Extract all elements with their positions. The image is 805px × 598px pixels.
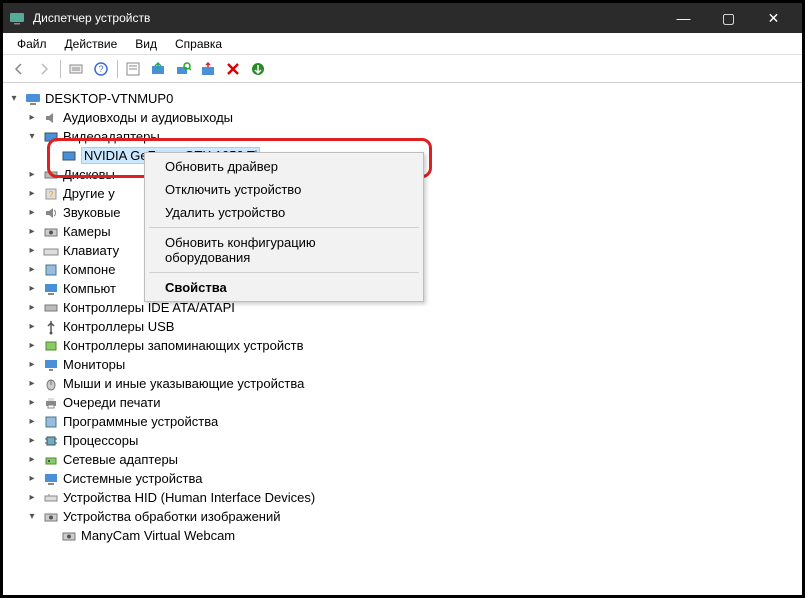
tree-item-sysdev[interactable]: Системные устройства <box>7 469 798 488</box>
chevron-down-icon[interactable] <box>25 510 39 524</box>
disable-button[interactable] <box>196 57 220 81</box>
chevron-right-icon[interactable] <box>25 358 39 372</box>
chevron-right-icon[interactable] <box>25 491 39 505</box>
tree-item-video[interactable]: Видеоадаптеры <box>7 127 798 146</box>
window-title: Диспетчер устройств <box>33 11 661 25</box>
speaker-icon <box>43 110 59 126</box>
ctx-separator <box>149 272 419 273</box>
device-tree[interactable]: DESKTOP-VTNMUP0 Аудиовходы и аудиовыходы… <box>3 83 802 595</box>
minimize-button[interactable]: — <box>661 3 706 33</box>
app-icon <box>9 10 25 26</box>
chevron-right-icon[interactable] <box>25 206 39 220</box>
ctx-separator <box>149 227 419 228</box>
usb-icon <box>43 319 59 335</box>
toolbar: ? <box>3 55 802 83</box>
chevron-right-icon[interactable] <box>25 282 39 296</box>
properties-button[interactable] <box>121 57 145 81</box>
menu-help[interactable]: Справка <box>167 35 230 52</box>
chevron-right-icon[interactable] <box>25 415 39 429</box>
maximize-button[interactable]: ▢ <box>706 3 751 33</box>
update-driver-icon[interactable] <box>146 57 170 81</box>
hid-icon <box>43 490 59 506</box>
tree-item-cpu[interactable]: Процессоры <box>7 431 798 450</box>
context-menu: Обновить драйвер Отключить устройство Уд… <box>144 152 424 302</box>
chevron-right-icon[interactable] <box>25 301 39 315</box>
chevron-right-icon[interactable] <box>25 111 39 125</box>
ctx-refresh-config[interactable]: Обновить конфигурацию оборудования <box>147 231 421 269</box>
chevron-right-icon[interactable] <box>25 339 39 353</box>
ctx-disable-device[interactable]: Отключить устройство <box>147 178 421 201</box>
menu-file[interactable]: Файл <box>9 35 55 52</box>
back-button[interactable] <box>7 57 31 81</box>
cpu-icon <box>43 433 59 449</box>
network-icon <box>43 452 59 468</box>
chevron-right-icon[interactable] <box>25 434 39 448</box>
software-device-icon <box>43 414 59 430</box>
unknown-device-icon: ? <box>43 186 59 202</box>
tree-item-usb[interactable]: Контроллеры USB <box>7 317 798 336</box>
keyboard-icon <box>43 243 59 259</box>
tree-item-hid[interactable]: Устройства HID (Human Interface Devices) <box>7 488 798 507</box>
chevron-right-icon[interactable] <box>25 263 39 277</box>
svg-text:?: ? <box>49 190 54 199</box>
tree-item-printq[interactable]: Очереди печати <box>7 393 798 412</box>
printer-icon <box>43 395 59 411</box>
chevron-right-icon[interactable] <box>25 187 39 201</box>
help-button[interactable]: ? <box>89 57 113 81</box>
ctx-properties[interactable]: Свойства <box>147 276 421 299</box>
tree-item-progdev[interactable]: Программные устройства <box>7 412 798 431</box>
tree-item-netadapter[interactable]: Сетевые адаптеры <box>7 450 798 469</box>
mouse-icon <box>43 376 59 392</box>
tree-item-webcam[interactable]: ManyCam Virtual Webcam <box>7 526 798 545</box>
computer-icon <box>25 91 41 107</box>
forward-button[interactable] <box>32 57 56 81</box>
uninstall-button[interactable] <box>221 57 245 81</box>
tree-root[interactable]: DESKTOP-VTNMUP0 <box>7 89 798 108</box>
tree-item-audio[interactable]: Аудиовходы и аудиовыходы <box>7 108 798 127</box>
svg-text:?: ? <box>98 64 103 74</box>
monitor-icon <box>43 357 59 373</box>
menu-view[interactable]: Вид <box>127 35 165 52</box>
menubar: Файл Действие Вид Справка <box>3 33 802 55</box>
camera-icon <box>43 224 59 240</box>
chevron-right-icon[interactable] <box>25 472 39 486</box>
show-hidden-button[interactable] <box>64 57 88 81</box>
storage-icon <box>43 338 59 354</box>
chevron-right-icon[interactable] <box>25 244 39 258</box>
install-legacy-button[interactable] <box>246 57 270 81</box>
display-adapter-icon <box>43 129 59 145</box>
system-device-icon <box>43 471 59 487</box>
chevron-right-icon[interactable] <box>25 377 39 391</box>
titlebar: Диспетчер устройств — ▢ ✕ <box>3 3 802 33</box>
chevron-right-icon[interactable] <box>25 396 39 410</box>
root-label: DESKTOP-VTNMUP0 <box>45 91 173 106</box>
chevron-down-icon[interactable] <box>7 92 21 106</box>
chevron-right-icon[interactable] <box>25 225 39 239</box>
close-button[interactable]: ✕ <box>751 3 796 33</box>
ctx-remove-device[interactable]: Удалить устройство <box>147 201 421 224</box>
chevron-down-icon[interactable] <box>25 130 39 144</box>
tree-item-monitors[interactable]: Мониторы <box>7 355 798 374</box>
scan-button[interactable] <box>171 57 195 81</box>
component-icon <box>43 262 59 278</box>
tree-item-mice[interactable]: Мыши и иные указывающие устройства <box>7 374 798 393</box>
sound-icon <box>43 205 59 221</box>
ctx-update-driver[interactable]: Обновить драйвер <box>147 155 421 178</box>
imaging-icon <box>43 509 59 525</box>
computer-icon <box>43 281 59 297</box>
tree-item-storage[interactable]: Контроллеры запоминающих устройств <box>7 336 798 355</box>
ide-icon <box>43 300 59 316</box>
menu-action[interactable]: Действие <box>57 35 126 52</box>
webcam-icon <box>61 528 77 544</box>
chevron-right-icon[interactable] <box>25 320 39 334</box>
display-adapter-icon <box>61 148 77 164</box>
chevron-right-icon[interactable] <box>25 168 39 182</box>
chevron-right-icon[interactable] <box>25 453 39 467</box>
disk-icon <box>43 167 59 183</box>
tree-item-imaging[interactable]: Устройства обработки изображений <box>7 507 798 526</box>
